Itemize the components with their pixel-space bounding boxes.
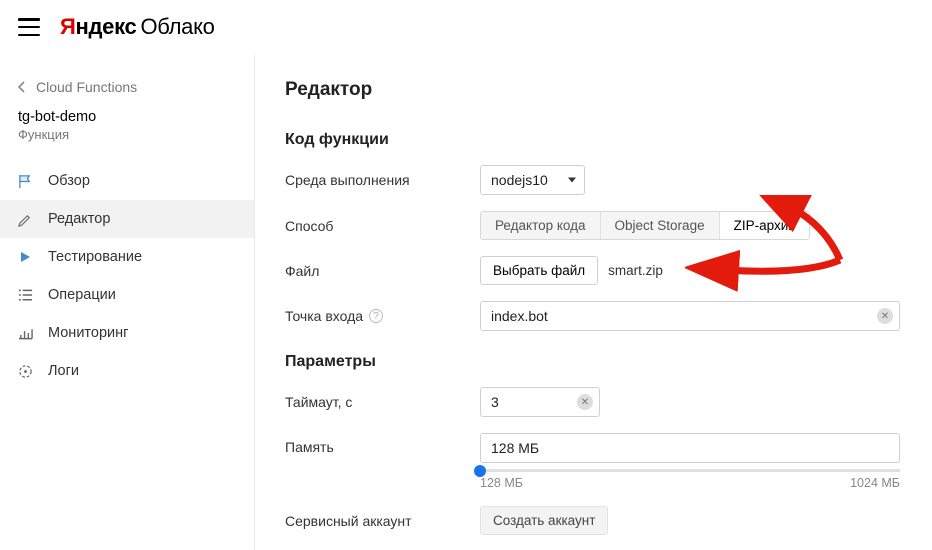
- help-icon[interactable]: ?: [369, 309, 383, 323]
- logs-icon: [18, 364, 38, 379]
- sidebar-item-label: Редактор: [48, 211, 110, 227]
- sidebar-item-label: Обзор: [48, 173, 90, 189]
- memory-label: Память: [285, 433, 480, 455]
- breadcrumb[interactable]: Cloud Functions: [0, 63, 254, 103]
- timeout-label: Таймаут, с: [285, 394, 480, 410]
- method-label: Способ: [285, 218, 480, 234]
- method-option-zip[interactable]: ZIP-архив: [720, 212, 810, 239]
- create-account-button[interactable]: Создать аккаунт: [480, 506, 608, 535]
- file-label: Файл: [285, 263, 480, 279]
- resource-type: Функция: [18, 127, 236, 142]
- section-title-params: Параметры: [285, 353, 902, 371]
- chart-icon: [18, 326, 38, 340]
- list-icon: [18, 288, 38, 302]
- main-content: Редактор Код функции Среда выполнения no…: [255, 55, 932, 550]
- timeout-input[interactable]: 3 ✕: [480, 387, 600, 417]
- method-option-storage[interactable]: Object Storage: [601, 212, 720, 239]
- method-option-editor[interactable]: Редактор кода: [481, 212, 601, 239]
- memory-value-display: 128 МБ: [480, 433, 900, 463]
- page-title: Редактор: [285, 79, 902, 101]
- sidebar-item-label: Мониторинг: [48, 325, 128, 341]
- service-account-label: Сервисный аккаунт: [285, 513, 480, 529]
- runtime-label: Среда выполнения: [285, 172, 480, 188]
- breadcrumb-label: Cloud Functions: [36, 79, 137, 95]
- play-icon: [18, 250, 38, 264]
- sidebar-item-testing[interactable]: Тестирование: [0, 238, 254, 276]
- resource-name: tg-bot-demo: [18, 109, 236, 125]
- entry-point-value: index.bot: [491, 308, 548, 324]
- logo-letter-ya: Я: [60, 14, 76, 39]
- section-title-code: Код функции: [285, 131, 902, 149]
- sidebar-item-monitoring[interactable]: Мониторинг: [0, 314, 254, 352]
- sidebar-item-overview[interactable]: Обзор: [0, 162, 254, 200]
- choose-file-button[interactable]: Выбрать файл: [480, 256, 598, 285]
- memory-min-label: 128 МБ: [480, 476, 523, 490]
- sidebar: Cloud Functions tg-bot-demo Функция Обзо…: [0, 55, 255, 550]
- timeout-value: 3: [491, 394, 499, 410]
- clear-icon[interactable]: ✕: [877, 308, 893, 324]
- sidebar-item-label: Тестирование: [48, 249, 142, 265]
- entry-point-input[interactable]: index.bot ✕: [480, 301, 900, 331]
- resource-header: tg-bot-demo Функция: [0, 103, 254, 162]
- selected-filename: smart.zip: [608, 263, 663, 278]
- sidebar-item-label: Логи: [48, 363, 79, 379]
- clear-icon[interactable]: ✕: [577, 394, 593, 410]
- edit-icon: [18, 212, 38, 227]
- sidebar-item-editor[interactable]: Редактор: [0, 200, 254, 238]
- entry-point-label: Точка входа ?: [285, 308, 480, 324]
- runtime-value: nodejs10: [491, 172, 548, 188]
- logo-text-cloud: Облако: [140, 14, 214, 39]
- memory-slider[interactable]: 128 МБ 128 МБ 1024 МБ: [480, 433, 900, 490]
- flag-icon: [18, 174, 38, 189]
- brand-logo: ЯндексОблако: [60, 14, 215, 40]
- memory-max-label: 1024 МБ: [850, 476, 900, 490]
- logo-text-ndex: ндекс: [76, 14, 137, 39]
- sidebar-item-label: Операции: [48, 287, 116, 303]
- memory-handle[interactable]: [474, 465, 486, 477]
- sidebar-item-logs[interactable]: Логи: [0, 352, 254, 390]
- sidebar-item-operations[interactable]: Операции: [0, 276, 254, 314]
- runtime-select[interactable]: nodejs10: [480, 165, 585, 195]
- chevron-left-icon: [18, 81, 26, 93]
- memory-track[interactable]: [480, 469, 900, 472]
- menu-toggle[interactable]: [18, 18, 40, 36]
- method-segmented: Редактор кода Object Storage ZIP-архив: [480, 211, 810, 240]
